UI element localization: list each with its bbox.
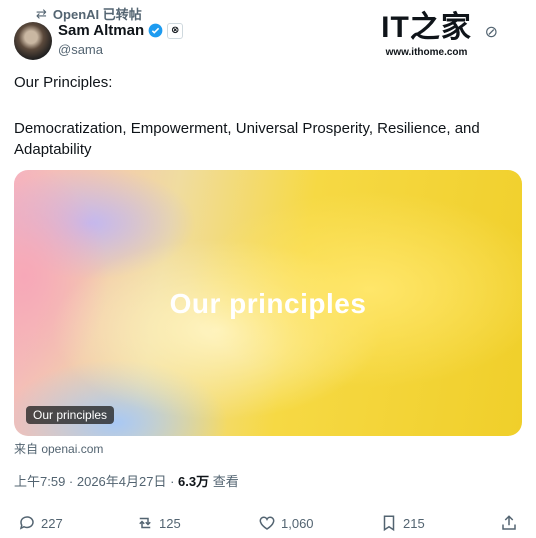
post-text-line-1: Our Principles:: [14, 74, 113, 91]
post-timestamp[interactable]: 上午7:59 · 2026年4月27日 ·: [14, 474, 178, 489]
author-handle[interactable]: @sama: [58, 42, 103, 57]
like-count: 1,060: [281, 515, 314, 531]
heart-icon: [259, 516, 275, 530]
avatar[interactable]: [14, 22, 52, 60]
card-source[interactable]: 来自 openai.com: [14, 440, 103, 457]
bookmark-icon: [383, 515, 395, 532]
verified-badge-icon: [148, 23, 163, 38]
repost-label: OpenAI 已转帖: [52, 7, 142, 22]
reply-icon: [19, 516, 34, 530]
share-button[interactable]: [500, 514, 518, 532]
repost-icon: [139, 517, 151, 529]
bookmark-count: 215: [403, 515, 425, 531]
reply-button[interactable]: 227: [18, 514, 63, 532]
like-button[interactable]: 1,060: [258, 514, 314, 532]
repost-count: 125: [159, 515, 181, 531]
affiliation-badge-icon: ⊗: [167, 22, 184, 39]
author-name-row[interactable]: Sam Altman ⊗: [58, 22, 184, 39]
ithome-logo: IT之家: [381, 11, 472, 44]
post-meta: 上午7:59 · 2026年4月27日 · 6.3万 查看: [14, 471, 239, 490]
link-card-image[interactable]: Our principles Our principles: [14, 170, 522, 436]
view-count: 6.3万: [178, 474, 210, 489]
bookmark-button[interactable]: 215: [380, 514, 425, 532]
ithome-url: www.ithome.com: [385, 47, 468, 58]
grok-icon[interactable]: ⊘: [485, 22, 498, 42]
reply-count: 227: [41, 515, 63, 531]
views-label: 查看: [209, 474, 239, 489]
action-bar: 227 125 1,060 215: [14, 514, 526, 536]
post-text-line-2: Democratization, Empowerment, Universal …: [14, 120, 480, 158]
repost-icon: ⇄: [36, 5, 47, 21]
author-name[interactable]: Sam Altman: [58, 22, 144, 39]
ithome-watermark: IT之家 www.ithome.com: [379, 10, 474, 58]
card-image-title: Our principles: [169, 288, 367, 319]
card-title-tag: Our principles: [26, 406, 115, 424]
repost-indicator[interactable]: ⇄ OpenAI 已转帖: [36, 4, 142, 23]
share-icon: [502, 515, 516, 530]
repost-button[interactable]: 125: [136, 514, 181, 532]
